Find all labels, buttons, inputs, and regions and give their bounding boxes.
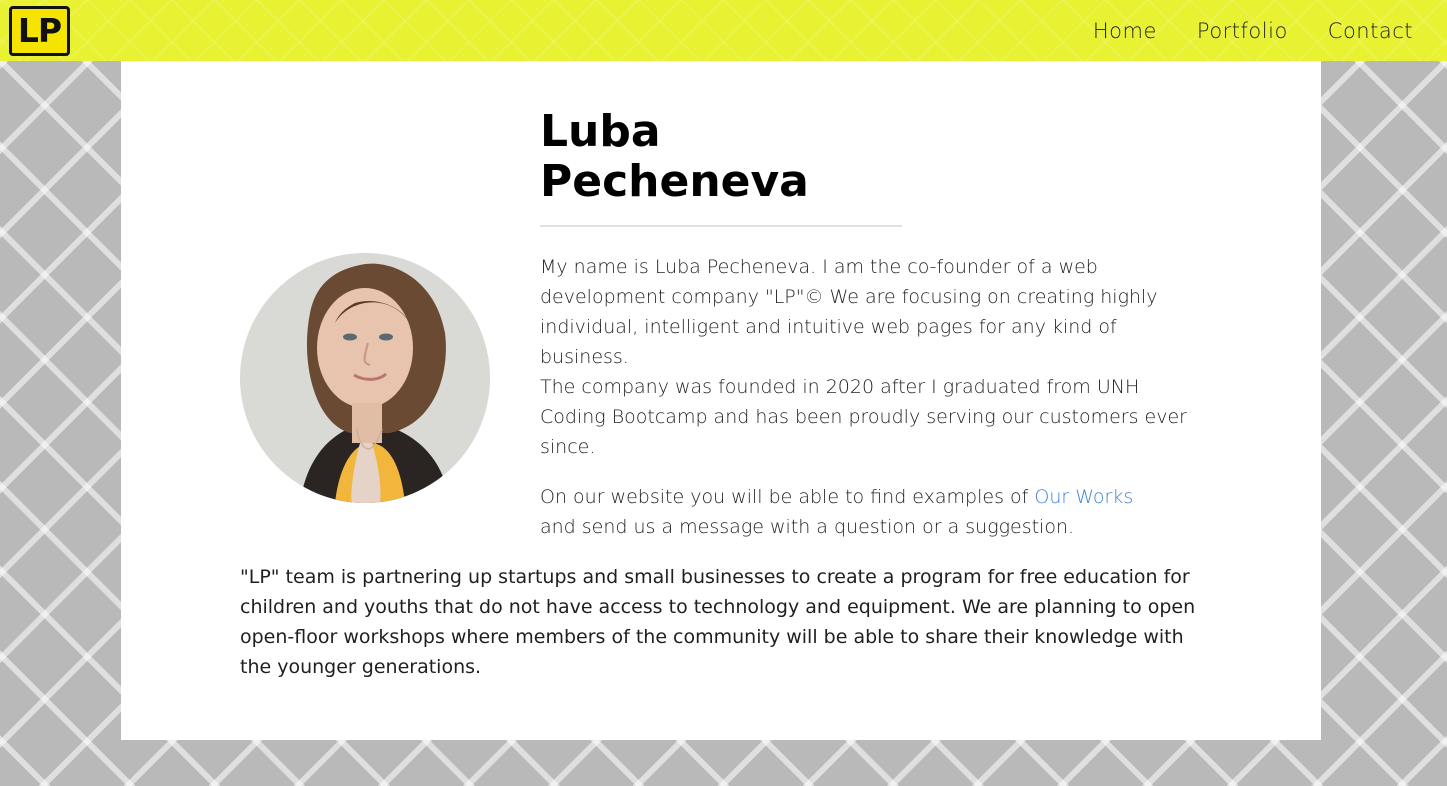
nav-home-link[interactable]: Home xyxy=(1093,19,1157,43)
works-text-after: and send us a message with a question or… xyxy=(540,516,1075,538)
profile-photo-illustration xyxy=(240,253,490,503)
lp-logo[interactable]: LP xyxy=(9,6,70,56)
works-text-before: On our website you will be able to find … xyxy=(540,486,1035,508)
nav-contact-link[interactable]: Contact xyxy=(1328,19,1413,43)
profile-photo xyxy=(240,253,490,503)
heading-divider xyxy=(540,225,902,227)
intro-text-1: My name is Luba Pecheneva. I am the co-f… xyxy=(540,256,1158,368)
top-navbar: LP Home Portfolio Contact xyxy=(0,0,1447,61)
profile-name-last: Pecheneva xyxy=(540,156,809,207)
intro-text-2: The company was founded in 2020 after I … xyxy=(540,376,1187,458)
nav-portfolio-link[interactable]: Portfolio xyxy=(1197,19,1288,43)
nav-links: Home Portfolio Contact xyxy=(1093,0,1413,61)
works-paragraph: On our website you will be able to find … xyxy=(540,482,1200,542)
profile-name-heading: Luba Pecheneva xyxy=(540,107,900,207)
our-works-link[interactable]: Our Works xyxy=(1034,486,1133,508)
community-paragraph: "LP" team is partnering up startups and … xyxy=(240,566,1196,678)
profile-name-first: Luba xyxy=(540,106,661,157)
intro-paragraph: My name is Luba Pecheneva. I am the co-f… xyxy=(540,252,1200,462)
about-card: Luba Pecheneva My name is Luba Pecheneva… xyxy=(121,61,1321,740)
